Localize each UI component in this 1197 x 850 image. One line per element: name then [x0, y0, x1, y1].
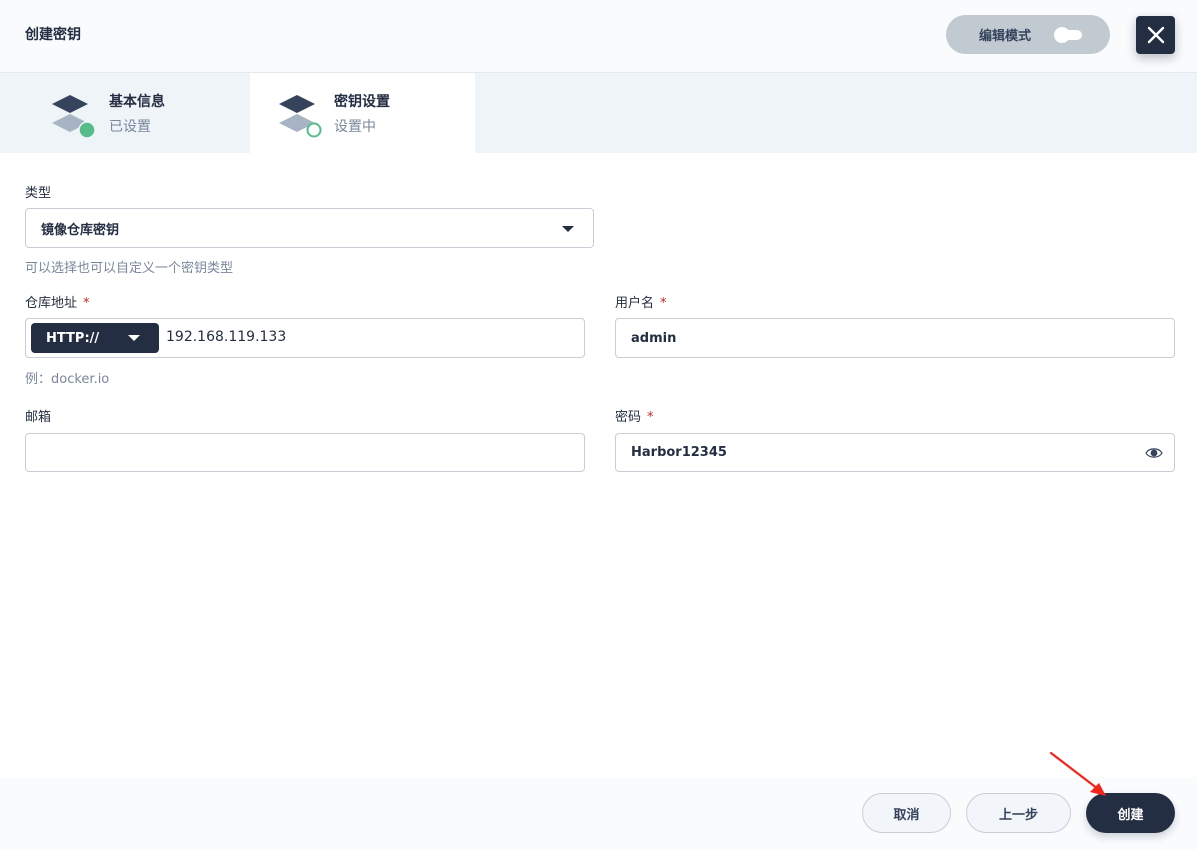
username-value: admin	[631, 330, 677, 346]
registry-hint: 例：docker.io	[25, 372, 110, 387]
step-title: 密钥设置	[334, 94, 390, 110]
secret-type-value: 镜像仓库密钥	[41, 222, 120, 238]
cancel-button[interactable]: 取消	[862, 793, 951, 833]
step-status: 设置中	[334, 119, 376, 135]
required-mark: *	[660, 296, 667, 311]
username-input[interactable]: admin	[615, 318, 1175, 358]
password-label: 密码 *	[615, 406, 654, 425]
protocol-value: HTTP://	[46, 330, 100, 346]
registry-address-input[interactable]: 192.168.119.133	[166, 329, 286, 345]
email-input[interactable]	[25, 433, 585, 472]
registry-label-text: 仓库地址	[25, 296, 78, 311]
username-label-text: 用户名	[615, 296, 655, 311]
type-hint: 可以选择也可以自定义一个密钥类型	[25, 261, 234, 276]
layers-icon	[52, 95, 96, 139]
previous-step-button[interactable]: 上一步	[966, 793, 1071, 833]
eye-icon[interactable]	[1145, 446, 1163, 460]
edit-mode-label: 编辑模式	[979, 29, 1032, 44]
toggle-switch-icon	[1054, 27, 1082, 43]
chevron-down-icon	[128, 335, 140, 341]
type-label: 类型	[25, 186, 52, 201]
dialog-footer: 取消 上一步 创建	[0, 777, 1197, 850]
step-title: 基本信息	[109, 94, 165, 110]
step-secret-settings[interactable]: 密钥设置 设置中	[250, 73, 475, 153]
password-value: Harbor12345	[631, 445, 727, 460]
create-button[interactable]: 创建	[1086, 793, 1175, 833]
step-tabs: 基本信息 已设置 密钥设置 设置中	[0, 73, 1197, 153]
password-label-text: 密码	[615, 410, 642, 425]
close-button[interactable]	[1136, 16, 1175, 54]
step-basic-info[interactable]: 基本信息 已设置	[0, 73, 225, 153]
step-status: 已设置	[109, 119, 151, 135]
registry-address-field[interactable]: HTTP:// 192.168.119.133	[25, 318, 585, 358]
email-label: 邮箱	[25, 410, 52, 425]
chevron-down-icon	[562, 226, 574, 232]
protocol-select[interactable]: HTTP://	[31, 323, 159, 353]
create-secret-dialog: 创建密钥 编辑模式 基本信息 已设置 密钥设置 设置中 类型 镜像仓库密钥 可以…	[0, 0, 1197, 850]
edit-mode-toggle[interactable]: 编辑模式	[946, 15, 1110, 54]
dialog-title: 创建密钥	[25, 27, 81, 43]
layers-icon	[279, 95, 322, 138]
secret-type-select[interactable]: 镜像仓库密钥	[25, 208, 594, 248]
password-input[interactable]: Harbor12345	[615, 433, 1175, 472]
username-label: 用户名 *	[615, 292, 667, 311]
dialog-header: 创建密钥 编辑模式	[0, 0, 1197, 73]
required-mark: *	[647, 410, 654, 425]
toggle-knob	[1054, 27, 1070, 43]
registry-label: 仓库地址 *	[25, 292, 90, 311]
close-icon	[1147, 26, 1164, 44]
required-mark: *	[83, 296, 90, 311]
